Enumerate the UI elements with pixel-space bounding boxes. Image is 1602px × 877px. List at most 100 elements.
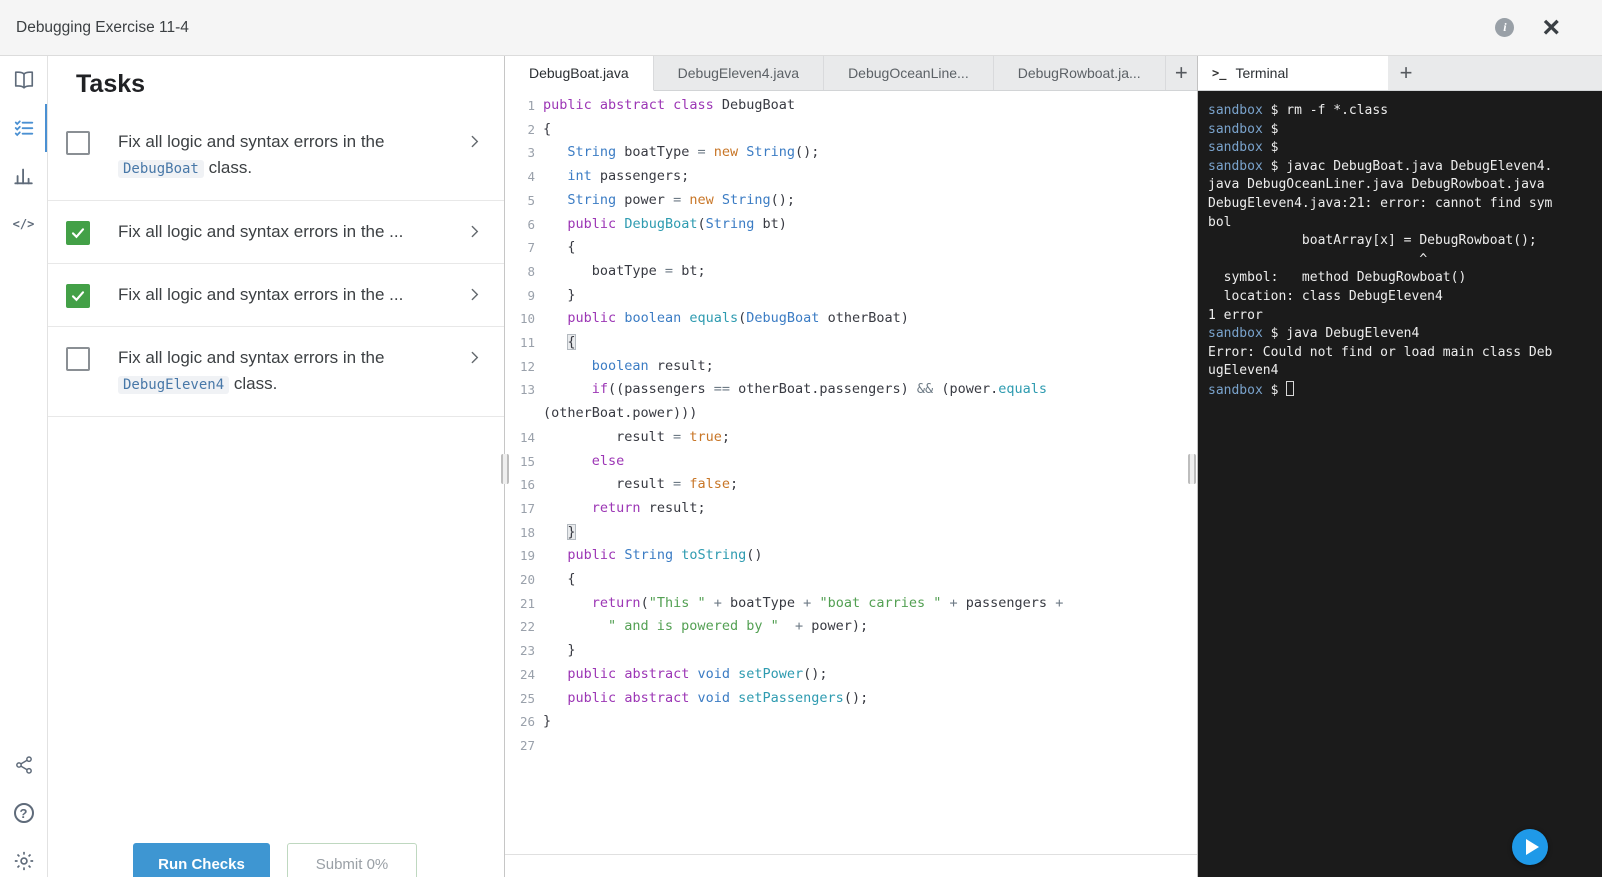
code-line: 26} xyxy=(505,710,1197,734)
terminal-tabbar: >_ Terminal + xyxy=(1198,56,1602,91)
line-number: 8 xyxy=(527,263,535,279)
code-line: (otherBoat.power))) xyxy=(505,402,1197,426)
tab-label: DebugOceanLine... xyxy=(848,65,969,81)
sidebar-item-guide[interactable] xyxy=(0,56,47,104)
code-line: 7 { xyxy=(505,236,1197,260)
tab-label: DebugRowboat.ja... xyxy=(1017,65,1141,81)
line-number: 15 xyxy=(519,453,535,469)
code-line: 1 public abstract class DebugBoat xyxy=(505,94,1197,118)
tasks-panel: Tasks Fix all logic and syntax errors in… xyxy=(48,56,505,877)
task-list: Fix all logic and syntax errors in the D… xyxy=(48,111,504,417)
editor-tabbar: DebugBoat.java DebugEleven4.java DebugOcea… xyxy=(505,56,1197,91)
terminal-line: ^ xyxy=(1208,251,1428,267)
code-line: 27 xyxy=(505,734,1197,758)
code-line: 14 result = true; xyxy=(505,426,1197,450)
info-icon[interactable]: i xyxy=(1495,18,1515,37)
terminal-tab[interactable]: >_ Terminal xyxy=(1198,56,1388,90)
editor-tab-debugeleven4-java[interactable]: DebugEleven4.java xyxy=(654,56,825,90)
line-number: 10 xyxy=(519,311,535,327)
code-line: 19 public String toString() xyxy=(505,544,1197,568)
editor-tab-debugoceanline[interactable]: DebugOceanLine... xyxy=(824,56,994,90)
sidebar-item-tasks[interactable] xyxy=(0,104,47,152)
chevron-right-icon[interactable] xyxy=(467,350,482,370)
chevron-right-icon[interactable] xyxy=(467,224,482,244)
line-number: 22 xyxy=(519,619,535,635)
code-line: 6 public DebugBoat(String bt) xyxy=(505,213,1197,237)
task-checkbox[interactable] xyxy=(66,284,90,308)
window-title: Debugging Exercise 11-4 xyxy=(16,18,189,36)
editor-scrollbar-track[interactable] xyxy=(505,854,1197,855)
main-area: </> ? Tasks Fix all logic and syntax err… xyxy=(0,56,1602,877)
terminal-output[interactable]: sandbox $ rm -f *.class sandbox $ sandbox … xyxy=(1198,91,1602,412)
tab-label: DebugBoat.java xyxy=(529,65,629,81)
code-line: 25 public abstract void setPassengers(); xyxy=(505,687,1197,711)
editor-tab-debugboat-java[interactable]: DebugBoat.java xyxy=(505,56,654,91)
add-terminal-tab-button[interactable]: + xyxy=(1388,56,1424,90)
task-item[interactable]: Fix all logic and syntax errors in the D… xyxy=(48,327,504,417)
run-button[interactable] xyxy=(1512,829,1548,865)
code-line: 22 " and is powered by " + power); xyxy=(505,615,1197,639)
terminal-line: bol xyxy=(1208,214,1232,230)
line-number: 4 xyxy=(527,169,535,185)
line-number: 18 xyxy=(519,524,535,540)
terminal-line: DebugEleven4.java:21: error: cannot find… xyxy=(1208,195,1553,211)
code-line: 23 } xyxy=(505,639,1197,663)
code-line: 20 { xyxy=(505,568,1197,592)
chevron-right-icon[interactable] xyxy=(467,134,482,154)
line-number: 11 xyxy=(519,335,535,351)
line-number: 5 xyxy=(527,192,535,208)
tasks-title: Tasks xyxy=(76,70,146,98)
sidebar-item-code[interactable]: </> xyxy=(0,200,47,248)
line-number: 24 xyxy=(519,666,535,682)
line-number: 12 xyxy=(519,358,535,374)
code-line: 2{ xyxy=(505,118,1197,142)
submit-button[interactable]: Submit 0% xyxy=(287,843,417,877)
editor-tab-debugrowboat-ja[interactable]: DebugRowboat.ja... xyxy=(994,56,1166,90)
task-item[interactable]: Fix all logic and syntax errors in the .… xyxy=(48,201,504,264)
rail-bottom-group: ? xyxy=(0,741,47,877)
sidebar-item-settings[interactable] xyxy=(0,837,47,877)
code-editor[interactable]: 1 public abstract class DebugBoat 2{3 Stri… xyxy=(505,91,1197,758)
panel-splitter-right[interactable] xyxy=(1188,454,1196,484)
task-text: Fix all logic and syntax errors in the .… xyxy=(118,222,404,241)
sidebar-item-help[interactable]: ? xyxy=(0,789,47,837)
task-checkbox[interactable] xyxy=(66,347,90,371)
line-number: 17 xyxy=(519,500,535,516)
bar-chart-icon xyxy=(13,168,33,185)
sidebar-item-progress[interactable] xyxy=(0,152,47,200)
task-item[interactable]: Fix all logic and syntax errors in the .… xyxy=(48,264,504,327)
line-number: 14 xyxy=(519,429,535,445)
close-icon[interactable]: × xyxy=(1542,12,1560,42)
task-item[interactable]: Fix all logic and syntax errors in the D… xyxy=(48,111,504,201)
class-name-chip: DebugEleven4 xyxy=(118,376,230,394)
task-text: Fix all logic and syntax errors in the D… xyxy=(118,132,385,178)
add-file-tab-button[interactable]: + xyxy=(1166,56,1197,90)
terminal-line: sandbox $ javac DebugBoat.java DebugElev… xyxy=(1208,158,1553,174)
line-number: 9 xyxy=(527,287,535,303)
task-checkbox[interactable] xyxy=(66,221,90,245)
terminal-prompt-icon: >_ xyxy=(1212,66,1227,80)
panel-splitter-left[interactable] xyxy=(501,454,509,484)
code-line: 17 return result; xyxy=(505,497,1197,521)
chevron-right-icon[interactable] xyxy=(467,287,482,307)
tab-label: DebugEleven4.java xyxy=(677,65,800,81)
code-line: 18 } xyxy=(505,521,1197,545)
code-line: 12 boolean result; xyxy=(505,355,1197,379)
left-rail: </> ? xyxy=(0,56,48,877)
task-checkbox[interactable] xyxy=(66,131,90,155)
line-number: 21 xyxy=(519,595,535,611)
terminal-panel: >_ Terminal + sandbox $ rm -f *.class san… xyxy=(1197,56,1602,877)
terminal-line: sandbox $ xyxy=(1208,380,1592,401)
code-line: 16 result = false; xyxy=(505,473,1197,497)
help-icon: ? xyxy=(13,803,34,823)
line-number: 19 xyxy=(519,548,535,564)
terminal-line: sandbox $ xyxy=(1208,121,1279,137)
line-number: 2 xyxy=(527,121,535,137)
terminal-line: boatArray[x] = DebugRowboat(); xyxy=(1208,233,1537,249)
sidebar-item-share[interactable] xyxy=(0,741,47,789)
code-line: 8 boatType = bt; xyxy=(505,260,1197,284)
code-line: 21 return("This " + boatType + "boat car… xyxy=(505,592,1197,616)
task-text: Fix all logic and syntax errors in the .… xyxy=(118,285,404,304)
run-checks-button[interactable]: Run Checks xyxy=(133,843,270,877)
code-line: 15 else xyxy=(505,450,1197,474)
